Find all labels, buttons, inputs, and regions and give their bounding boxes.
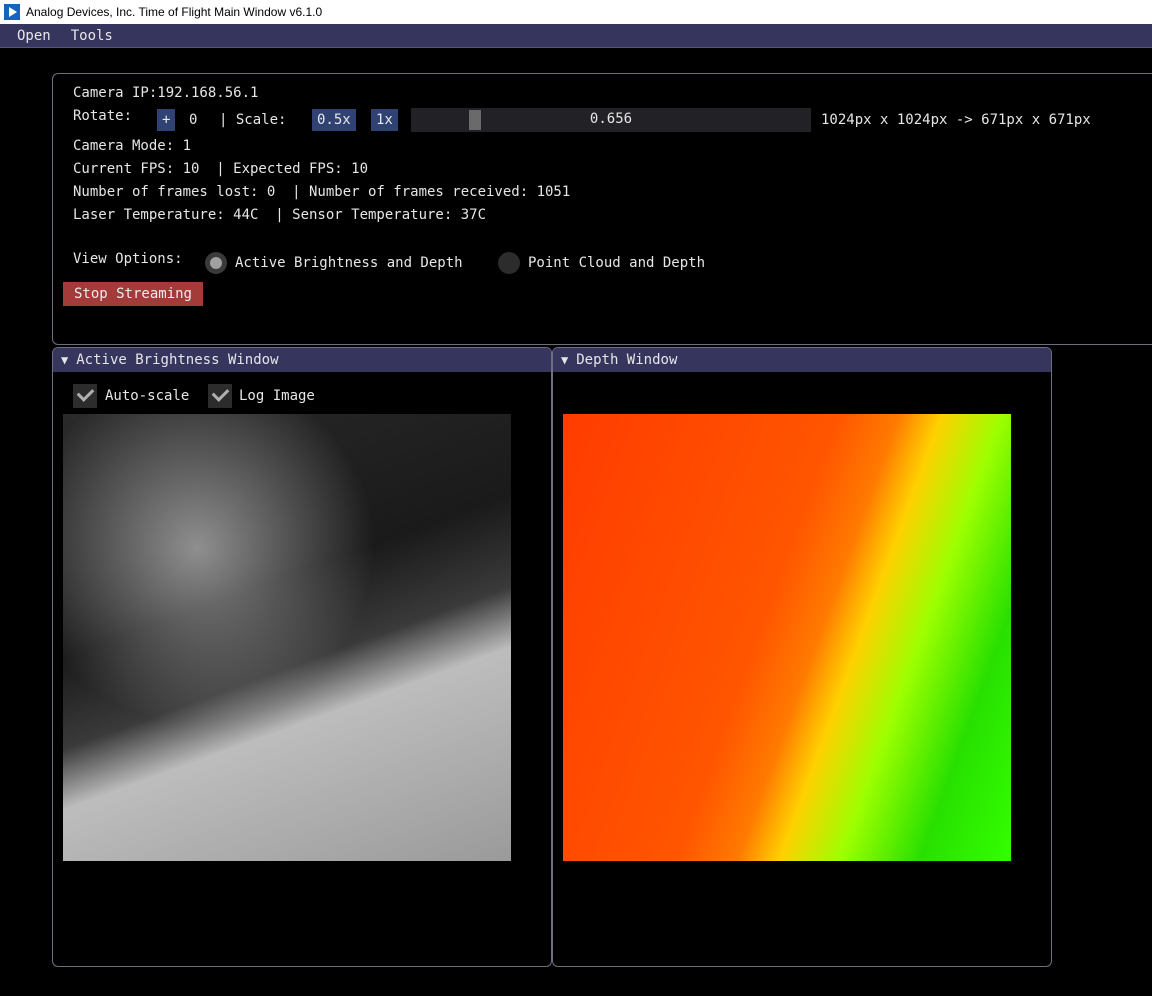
rotate-label: Rotate: [73, 108, 133, 124]
frames-text: Number of frames lost: 0 | Number of fra… [73, 184, 571, 200]
camera-mode-text: Camera Mode: 1 [73, 138, 192, 154]
view-option-pointcloud-label: Point Cloud and Depth [528, 255, 706, 271]
brightness-image [63, 414, 511, 861]
scale-one-button[interactable]: 1x [371, 109, 398, 131]
title-bar: Analog Devices, Inc. Time of Flight Main… [0, 0, 1152, 24]
view-option-brightness-radio[interactable] [205, 252, 227, 274]
rotate-plus-button[interactable]: + [157, 109, 176, 131]
window-title: Analog Devices, Inc. Time of Flight Main… [26, 5, 323, 19]
app-logo-icon [4, 4, 20, 20]
brightness-window-title: Active Brightness Window [76, 352, 279, 368]
check-icon [76, 384, 95, 402]
scale-label: | Scale: [219, 112, 287, 128]
fps-text: Current FPS: 10 | Expected FPS: 10 [73, 161, 369, 177]
view-option-pointcloud-radio[interactable] [498, 252, 520, 274]
scale-slider[interactable]: 0.656 [411, 108, 811, 132]
log-image-label: Log Image [239, 388, 315, 404]
autoscale-label: Auto-scale [105, 388, 190, 404]
collapse-triangle-icon[interactable]: ▼ [61, 353, 68, 367]
camera-ip-text: Camera IP:192.168.56.1 [73, 85, 259, 101]
active-brightness-window: ▼ Active Brightness Window Auto-scale Lo… [52, 347, 552, 967]
view-option-brightness-label: Active Brightness and Depth [235, 255, 463, 271]
scale-half-button[interactable]: 0.5x [312, 109, 356, 131]
stop-streaming-button[interactable]: Stop Streaming [63, 282, 203, 306]
view-options-label: View Options: [73, 251, 183, 267]
check-icon [211, 384, 230, 402]
resolution-text: 1024px x 1024px -> 671px x 671px [821, 112, 1091, 128]
depth-window-title: Depth Window [576, 352, 678, 368]
collapse-triangle-icon[interactable]: ▼ [561, 353, 568, 367]
brightness-window-titlebar[interactable]: ▼ Active Brightness Window [53, 348, 551, 372]
menu-open[interactable]: Open [0, 28, 61, 44]
control-panel: Camera IP:192.168.56.1 Rotate: + 0 | Sca… [52, 73, 1152, 345]
temperature-text: Laser Temperature: 44C | Sensor Temperat… [73, 207, 487, 223]
depth-image [563, 414, 1011, 861]
depth-window: ▼ Depth Window [552, 347, 1052, 967]
autoscale-checkbox[interactable] [73, 384, 97, 408]
menu-tools[interactable]: Tools [61, 28, 123, 44]
depth-window-titlebar[interactable]: ▼ Depth Window [553, 348, 1051, 372]
rotate-value: 0 [189, 112, 198, 128]
menu-bar: Open Tools [0, 24, 1152, 48]
log-image-checkbox[interactable] [208, 384, 232, 408]
scale-slider-value: 0.656 [589, 111, 633, 127]
